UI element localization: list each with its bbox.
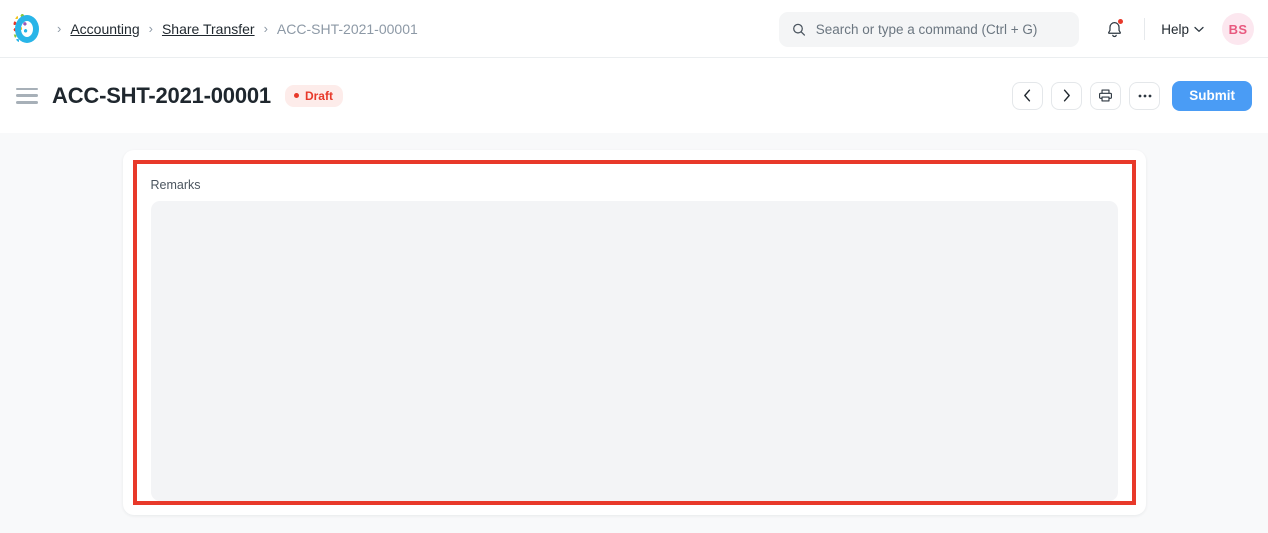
navbar-right-group: Help BS	[1096, 0, 1254, 58]
notifications-button[interactable]	[1096, 11, 1132, 47]
help-dropdown[interactable]: Help	[1157, 16, 1208, 43]
remarks-input[interactable]	[150, 201, 1118, 501]
chevron-down-icon	[1194, 26, 1204, 32]
breadcrumb-separator: ›	[148, 21, 153, 36]
remarks-label: Remarks	[150, 178, 201, 192]
breadcrumb-separator: ›	[263, 21, 268, 36]
remarks-annotation-highlight: Remarks	[132, 160, 1136, 505]
breadcrumb-item-current: ACC-SHT-2021-00001	[276, 20, 418, 37]
status-badge: Draft	[284, 84, 343, 107]
search-box[interactable]	[779, 12, 1079, 47]
navbar-divider	[1144, 18, 1146, 40]
previous-document-button[interactable]	[1012, 81, 1044, 110]
breadcrumb-separator: ›	[57, 21, 62, 36]
next-document-button[interactable]	[1051, 81, 1083, 110]
page-header: ACC-SHT-2021-00001 Draft Submit	[0, 58, 1268, 133]
user-avatar[interactable]: BS	[1222, 13, 1254, 45]
form-card: Remarks	[122, 150, 1146, 515]
more-actions-button[interactable]	[1129, 81, 1161, 110]
page-actions: Submit	[1012, 58, 1252, 133]
search-container	[779, 12, 1079, 47]
status-dot	[293, 93, 299, 98]
print-button[interactable]	[1090, 81, 1122, 110]
top-navbar: › Accounting › Share Transfer › ACC-SHT-…	[0, 0, 1268, 58]
search-icon	[793, 23, 806, 36]
hamburger-bar	[16, 94, 38, 97]
page-title: ACC-SHT-2021-00001	[52, 82, 271, 108]
printer-icon	[1099, 89, 1113, 102]
hamburger-bar	[16, 87, 38, 91]
content-area: Remarks	[0, 133, 1268, 533]
breadcrumb: › Accounting › Share Transfer › ACC-SHT-…	[48, 21, 418, 37]
chevron-right-icon	[1064, 89, 1071, 102]
search-input[interactable]	[815, 22, 1066, 37]
submit-button[interactable]: Submit	[1172, 80, 1252, 111]
ellipsis-icon	[1138, 94, 1152, 97]
breadcrumb-item-share-transfer[interactable]: Share Transfer	[162, 21, 255, 37]
chevron-left-icon	[1024, 89, 1031, 102]
sidebar-toggle-icon[interactable]	[16, 87, 38, 104]
help-label: Help	[1161, 21, 1189, 37]
status-label: Draft	[304, 88, 333, 103]
frappe-logo[interactable]	[12, 13, 42, 44]
breadcrumb-item-accounting[interactable]: Accounting	[70, 21, 139, 37]
hamburger-bar	[16, 100, 38, 104]
logo-ring	[15, 14, 39, 43]
